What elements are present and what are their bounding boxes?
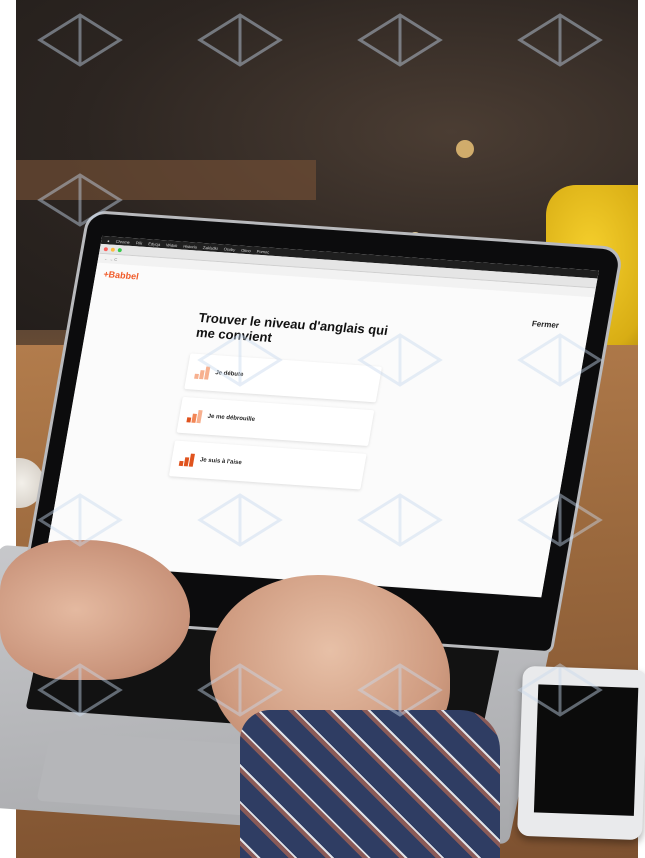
level-option-advanced[interactable]: Je suis à l'aise xyxy=(168,440,367,490)
level-option-intermediate[interactable]: Je me débrouille xyxy=(176,396,375,446)
apple-icon: ● xyxy=(106,237,111,243)
option-label: Je débute xyxy=(214,370,244,379)
level-option-beginner[interactable]: Je débute xyxy=(184,353,383,403)
page-title: Trouver le niveau d'anglais qui me convi… xyxy=(194,309,390,345)
level-bars-icon xyxy=(178,452,195,467)
smartphone xyxy=(517,665,645,841)
menubar-item[interactable]: Historia xyxy=(183,243,197,249)
menubar-item[interactable]: Edycja xyxy=(148,241,161,247)
level-bars-icon xyxy=(194,365,211,380)
nav-arrows-icon[interactable]: ← → C xyxy=(104,256,118,262)
phone-screen xyxy=(533,684,639,816)
option-label: Je suis à l'aise xyxy=(199,457,243,467)
close-button[interactable]: Fermer xyxy=(531,319,560,330)
menubar-item[interactable]: Widok xyxy=(166,242,178,248)
laptop-screen: ● Chrome Plik Edycja Widok Historia Zakł… xyxy=(44,235,599,598)
option-label: Je me débrouille xyxy=(207,413,256,423)
babbel-logo[interactable]: +Babbel xyxy=(103,269,140,281)
menubar-item[interactable]: Zakładki xyxy=(203,244,219,250)
bokeh-light xyxy=(456,140,474,158)
close-window-icon[interactable] xyxy=(103,246,109,251)
menubar-item[interactable]: Okno xyxy=(241,247,251,253)
plaid-sleeve xyxy=(240,710,500,858)
minimize-window-icon[interactable] xyxy=(110,247,116,252)
wooden-shelf xyxy=(16,160,316,200)
menubar-item[interactable]: Chrome xyxy=(115,238,130,244)
menubar-item[interactable]: Osoby xyxy=(223,246,235,252)
menubar-item[interactable]: Pomoc xyxy=(256,248,269,254)
maximize-window-icon[interactable] xyxy=(117,247,123,252)
level-bars-icon xyxy=(186,408,203,424)
menubar-item[interactable]: Plik xyxy=(136,240,143,245)
